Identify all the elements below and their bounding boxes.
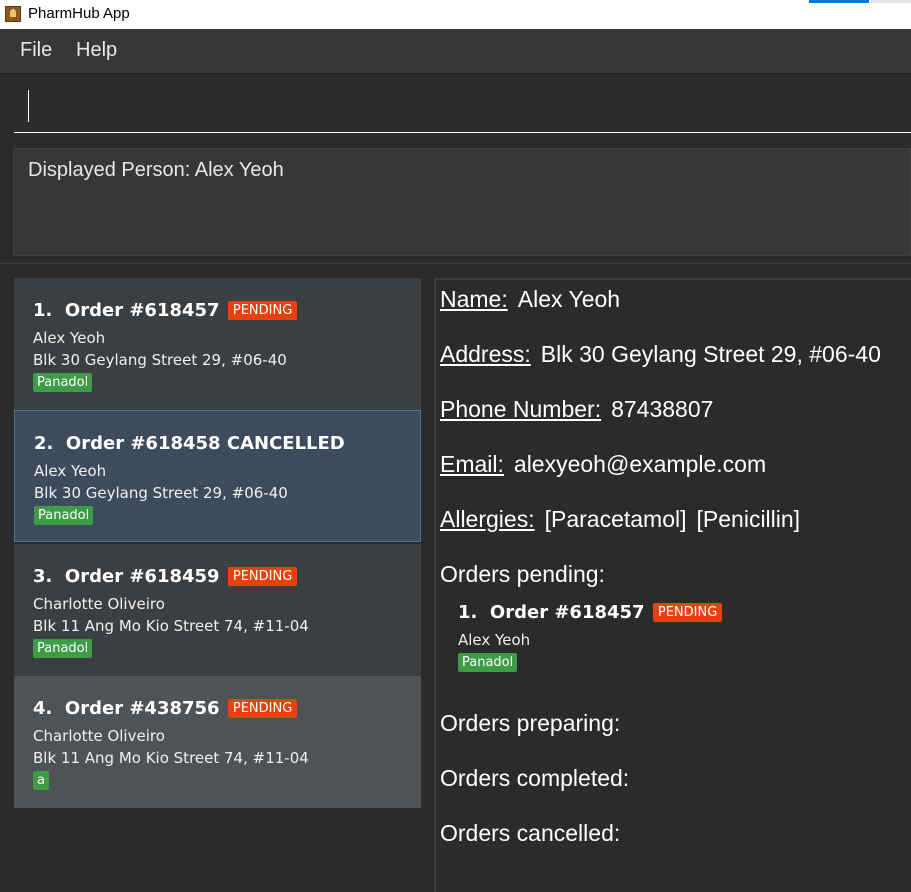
customer-name: Alex Yeoh	[458, 631, 531, 649]
detail-phone: Phone Number: 87438807	[440, 396, 713, 423]
window-title-bar: PharmHub App	[0, 0, 911, 29]
order-card-header: 1. Order #618457 PENDING	[33, 300, 298, 321]
order-card-header: 1. Order #618457 PENDING	[458, 602, 723, 623]
customer-name: Alex Yeoh	[34, 462, 107, 480]
order-index: 4.	[33, 698, 53, 719]
detail-address: Address: Blk 30 Geylang Street 29, #06-40	[440, 341, 881, 368]
order-index: 3.	[33, 566, 53, 587]
email-value: alexyeoh@example.com	[513, 451, 767, 477]
status-badge: PENDING	[227, 301, 298, 320]
customer-name: Charlotte Oliveiro	[33, 727, 165, 745]
customer-name: Charlotte Oliveiro	[33, 595, 165, 613]
person-detail-panel: Name: Alex Yeoh Address: Blk 30 Geylang St…	[434, 278, 911, 892]
window-control-accent[interactable]	[809, 0, 869, 3]
detail-name: Name: Alex Yeoh	[440, 286, 620, 313]
order-number: Order #618457	[64, 300, 220, 321]
menu-bar: File Help	[0, 29, 911, 74]
customer-address: Blk 11 Ang Mo Kio Street 74, #11-04	[33, 749, 309, 767]
pending-order-card[interactable]: 1. Order #618457 PENDING Alex Yeoh Panad…	[458, 602, 758, 682]
order-list-panel: 1. Order #618457 PENDING Alex Yeoh Blk 3…	[0, 264, 433, 892]
order-number: Order #618458	[65, 433, 221, 454]
name-label: Name:	[440, 286, 508, 312]
phone-label: Phone Number:	[440, 396, 602, 422]
status-badge: PENDING	[227, 567, 298, 586]
status-text: CANCELLED	[226, 433, 345, 454]
order-number: Order #618457	[489, 602, 645, 623]
orders-cancelled-heading: Orders cancelled:	[440, 820, 621, 846]
medicine-tag: Panadol	[33, 639, 93, 658]
customer-address: Blk 11 Ang Mo Kio Street 74, #11-04	[33, 617, 309, 635]
orders-completed-heading: Orders completed:	[440, 765, 630, 791]
allergy-item: [Penicillin]	[696, 506, 801, 532]
text-caret	[28, 90, 29, 122]
orders-preparing-heading: Orders preparing:	[440, 710, 621, 736]
window-control[interactable]	[871, 0, 911, 3]
order-index: 2.	[34, 433, 54, 454]
customer-address: Blk 30 Geylang Street 29, #06-40	[33, 351, 287, 369]
order-number: Order #618459	[64, 566, 220, 587]
detail-allergies: Allergies: [Paracetamol] [Penicillin]	[440, 506, 800, 533]
order-card[interactable]: 4. Order #438756 PENDING Charlotte Olive…	[14, 676, 421, 808]
command-input[interactable]	[14, 84, 911, 133]
status-badge: PENDING	[227, 699, 298, 718]
menu-help[interactable]: Help	[76, 39, 117, 62]
app-icon	[5, 6, 21, 22]
command-box	[0, 74, 911, 138]
order-index: 1.	[33, 300, 53, 321]
order-card-header: 3. Order #618459 PENDING	[33, 566, 298, 587]
customer-address: Blk 30 Geylang Street 29, #06-40	[34, 484, 288, 502]
order-card[interactable]: 3. Order #618459 PENDING Charlotte Olive…	[14, 544, 421, 676]
medicine-tag: a	[33, 771, 49, 790]
order-number: Order #438756	[64, 698, 220, 719]
order-card-header: 4. Order #438756 PENDING	[33, 698, 298, 719]
email-label: Email:	[440, 451, 504, 477]
name-value: Alex Yeoh	[517, 286, 621, 312]
order-index: 1.	[458, 602, 478, 623]
detail-email: Email: alexyeoh@example.com	[440, 451, 766, 478]
order-card[interactable]: 1. Order #618457 PENDING Alex Yeoh Blk 3…	[14, 278, 421, 410]
phone-value: 87438807	[611, 396, 714, 422]
order-card-selected[interactable]: 2. Order #618458 CANCELLED Alex Yeoh Blk…	[14, 410, 421, 542]
address-value: Blk 30 Geylang Street 29, #06-40	[540, 341, 881, 367]
medicine-tag: Panadol	[34, 506, 94, 525]
address-label: Address:	[440, 341, 531, 367]
orders-pending-heading: Orders pending:	[440, 561, 605, 587]
customer-name: Alex Yeoh	[33, 329, 106, 347]
allergies-label: Allergies:	[440, 506, 535, 532]
order-card-header: 2. Order #618458 CANCELLED	[34, 433, 345, 454]
result-display: Displayed Person: Alex Yeoh	[13, 148, 911, 256]
menu-file[interactable]: File	[20, 39, 52, 62]
allergy-item: [Paracetamol]	[544, 506, 687, 532]
medicine-tag: Panadol	[33, 373, 93, 392]
result-text: Displayed Person: Alex Yeoh	[28, 159, 284, 181]
status-badge: PENDING	[652, 603, 723, 622]
medicine-tag: Panadol	[458, 653, 518, 672]
window-title: PharmHub App	[28, 5, 130, 22]
